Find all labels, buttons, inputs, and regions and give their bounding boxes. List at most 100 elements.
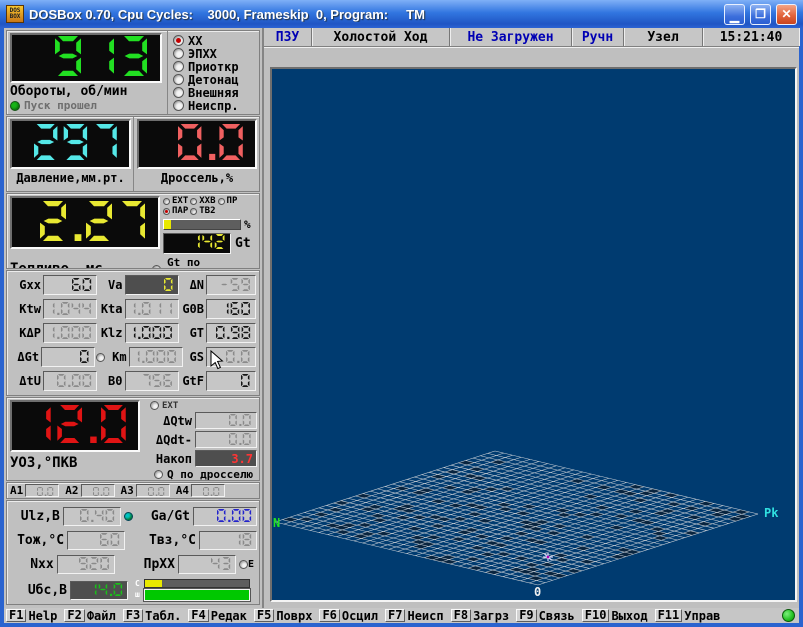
fnkey-label: Осцил [342, 609, 378, 623]
rpm-value [55, 36, 154, 80]
throttle-value [178, 124, 249, 164]
coeff-value-g0b[interactable] [206, 299, 256, 319]
fnkey-f3[interactable]: F3Табл. [123, 609, 189, 623]
mode-label: ХХ [188, 34, 202, 48]
pressure-label: Давление,мм.рт. [10, 171, 131, 185]
coeff-label-va: Va [97, 278, 123, 292]
coeff-value-gs[interactable] [206, 347, 256, 367]
coeff-label-gxx: Gxx [10, 278, 41, 292]
channel-value-a3 [136, 484, 170, 497]
coeff-label-dtu: ΔtU [10, 374, 41, 388]
mode-radio-vneshnyaya[interactable] [173, 87, 184, 98]
fnkey-f2[interactable]: F2Файл [64, 609, 122, 623]
nakop-value: 3.7 [231, 452, 253, 466]
coeff-value-km[interactable] [129, 347, 183, 367]
fuel-label: Топливо, мс [10, 261, 146, 269]
coeff-value-klz[interactable] [125, 323, 179, 343]
pressure-throttle-section: Давление,мм.рт. Дроссель,% [6, 116, 260, 192]
e-radio[interactable] [239, 560, 248, 569]
ignition-section: УОЗ,°ПКВ ЕХТ ΔQtw ΔQdt- Накоп 3.7 [6, 397, 260, 481]
ignition-ext-radio[interactable] [150, 401, 159, 410]
q-by-throttle-label: Q по дросселю [167, 468, 253, 481]
mode-label: Внешняя [188, 86, 239, 100]
flag-radio-pr[interactable] [218, 198, 225, 205]
fnkey-f4[interactable]: F4Редак [188, 609, 254, 623]
menu-pzu[interactable]: ПЗУ [264, 28, 312, 46]
start-ok-led [10, 101, 20, 111]
coeff-value-dn[interactable] [206, 275, 256, 295]
map-3d-view: N Pk 0 [270, 67, 797, 602]
fnkey-f7[interactable]: F7Неисп [385, 609, 451, 623]
fnkey-label: Управ [684, 609, 720, 623]
fnkey-f1[interactable]: F1Help [6, 609, 64, 623]
menu-idle-mode[interactable]: Холостой Ход [312, 28, 450, 46]
fnkey-f8[interactable]: F8Загрз [451, 609, 517, 623]
flag-radio-ext[interactable] [163, 198, 170, 205]
misc-values-section: Ulz,B Ga/Gt Тож,°С Твз,°С Nxx ПрХХ [6, 500, 260, 605]
fnkey-f9[interactable]: F9Связь [516, 609, 582, 623]
gt-by-throttle-radio[interactable] [152, 265, 161, 270]
gagt-field [193, 507, 257, 526]
flag-radio-xxv[interactable] [190, 198, 197, 205]
coeff-label-kdp: KΔP [10, 326, 41, 340]
e-label: Е [248, 559, 254, 570]
coeff-value-gtf[interactable] [206, 371, 256, 391]
fnkey-cap: F4 [188, 609, 208, 622]
dgt-radio[interactable] [96, 353, 105, 362]
maximize-button[interactable]: ❒ [750, 4, 771, 25]
fnkey-f6[interactable]: F6Осцил [319, 609, 385, 623]
fuel-percent-fill [164, 220, 171, 229]
rpm-display [10, 33, 162, 83]
mode-label: Детонац [188, 73, 239, 87]
gt-label: Gt [235, 236, 251, 251]
coeff-value-dtu[interactable] [43, 371, 97, 391]
tozh-label: Тож,°С [9, 533, 64, 548]
fnkey-f5[interactable]: F5Поврх [254, 609, 320, 623]
coeff-value-ktw[interactable] [43, 299, 97, 319]
coeff-value-gxx[interactable] [43, 275, 97, 295]
fnkey-f11[interactable]: F11Управ [655, 609, 728, 623]
sh-bar [144, 589, 250, 601]
flag-radio-par[interactable] [163, 208, 170, 215]
flag-label: ТВ2 [199, 206, 215, 216]
dqdt-label: ΔQdt- [156, 433, 192, 447]
mode-radio-priotkr[interactable] [173, 61, 184, 72]
flag-label: ПАР [172, 206, 188, 216]
nxx-label: Nxx [9, 557, 54, 572]
clock: 15:21:40 [703, 28, 799, 46]
channel-label-a4: A4 [176, 484, 189, 497]
mode-radio-detonac[interactable] [173, 74, 184, 85]
fnkey-cap: F11 [655, 609, 683, 622]
menu-ruchn[interactable]: Ручн [572, 28, 624, 46]
mode-label: ЭПХХ [188, 47, 217, 61]
axis-label-n: N [273, 516, 280, 530]
coeff-value-gt[interactable] [206, 323, 256, 343]
fnkey-f10[interactable]: F10Выход [582, 609, 655, 623]
fnkey-cap: F1 [6, 609, 26, 622]
prxx-field [178, 555, 236, 574]
coeff-label-dgt: ΔGt [10, 350, 39, 364]
fnkey-cap: F2 [64, 609, 84, 622]
minimize-button[interactable]: ▁ [724, 4, 745, 25]
status-led [782, 609, 795, 622]
channel-value-a4 [191, 484, 225, 497]
mode-radio-xx[interactable] [173, 35, 184, 46]
coeff-value-va-selected[interactable] [125, 275, 179, 295]
flag-radio-tv2[interactable] [190, 208, 197, 215]
coeff-value-b0[interactable] [125, 371, 179, 391]
tozh-field [67, 531, 125, 550]
nxx-field [57, 555, 115, 574]
coeff-value-kta[interactable] [125, 299, 179, 319]
tvz-field [199, 531, 257, 550]
mode-radio-epxx[interactable] [173, 48, 184, 59]
q-by-throttle-radio[interactable] [154, 470, 163, 479]
ignition-ext-label: ЕХТ [162, 401, 178, 411]
instrument-panel: Обороты, об/мин Пуск прошел ХХ ЭПХХ Прио… [4, 28, 264, 608]
coeff-value-dgt[interactable] [41, 347, 95, 367]
menu-uzel[interactable]: Узел [624, 28, 703, 46]
mode-radio-neispr[interactable] [173, 100, 184, 111]
close-button[interactable]: ✕ [776, 4, 797, 25]
coeff-value-kdp[interactable] [43, 323, 97, 343]
menu-not-loaded[interactable]: Не Загружен [450, 28, 572, 46]
coeff-label-kta: Kta [97, 302, 123, 316]
